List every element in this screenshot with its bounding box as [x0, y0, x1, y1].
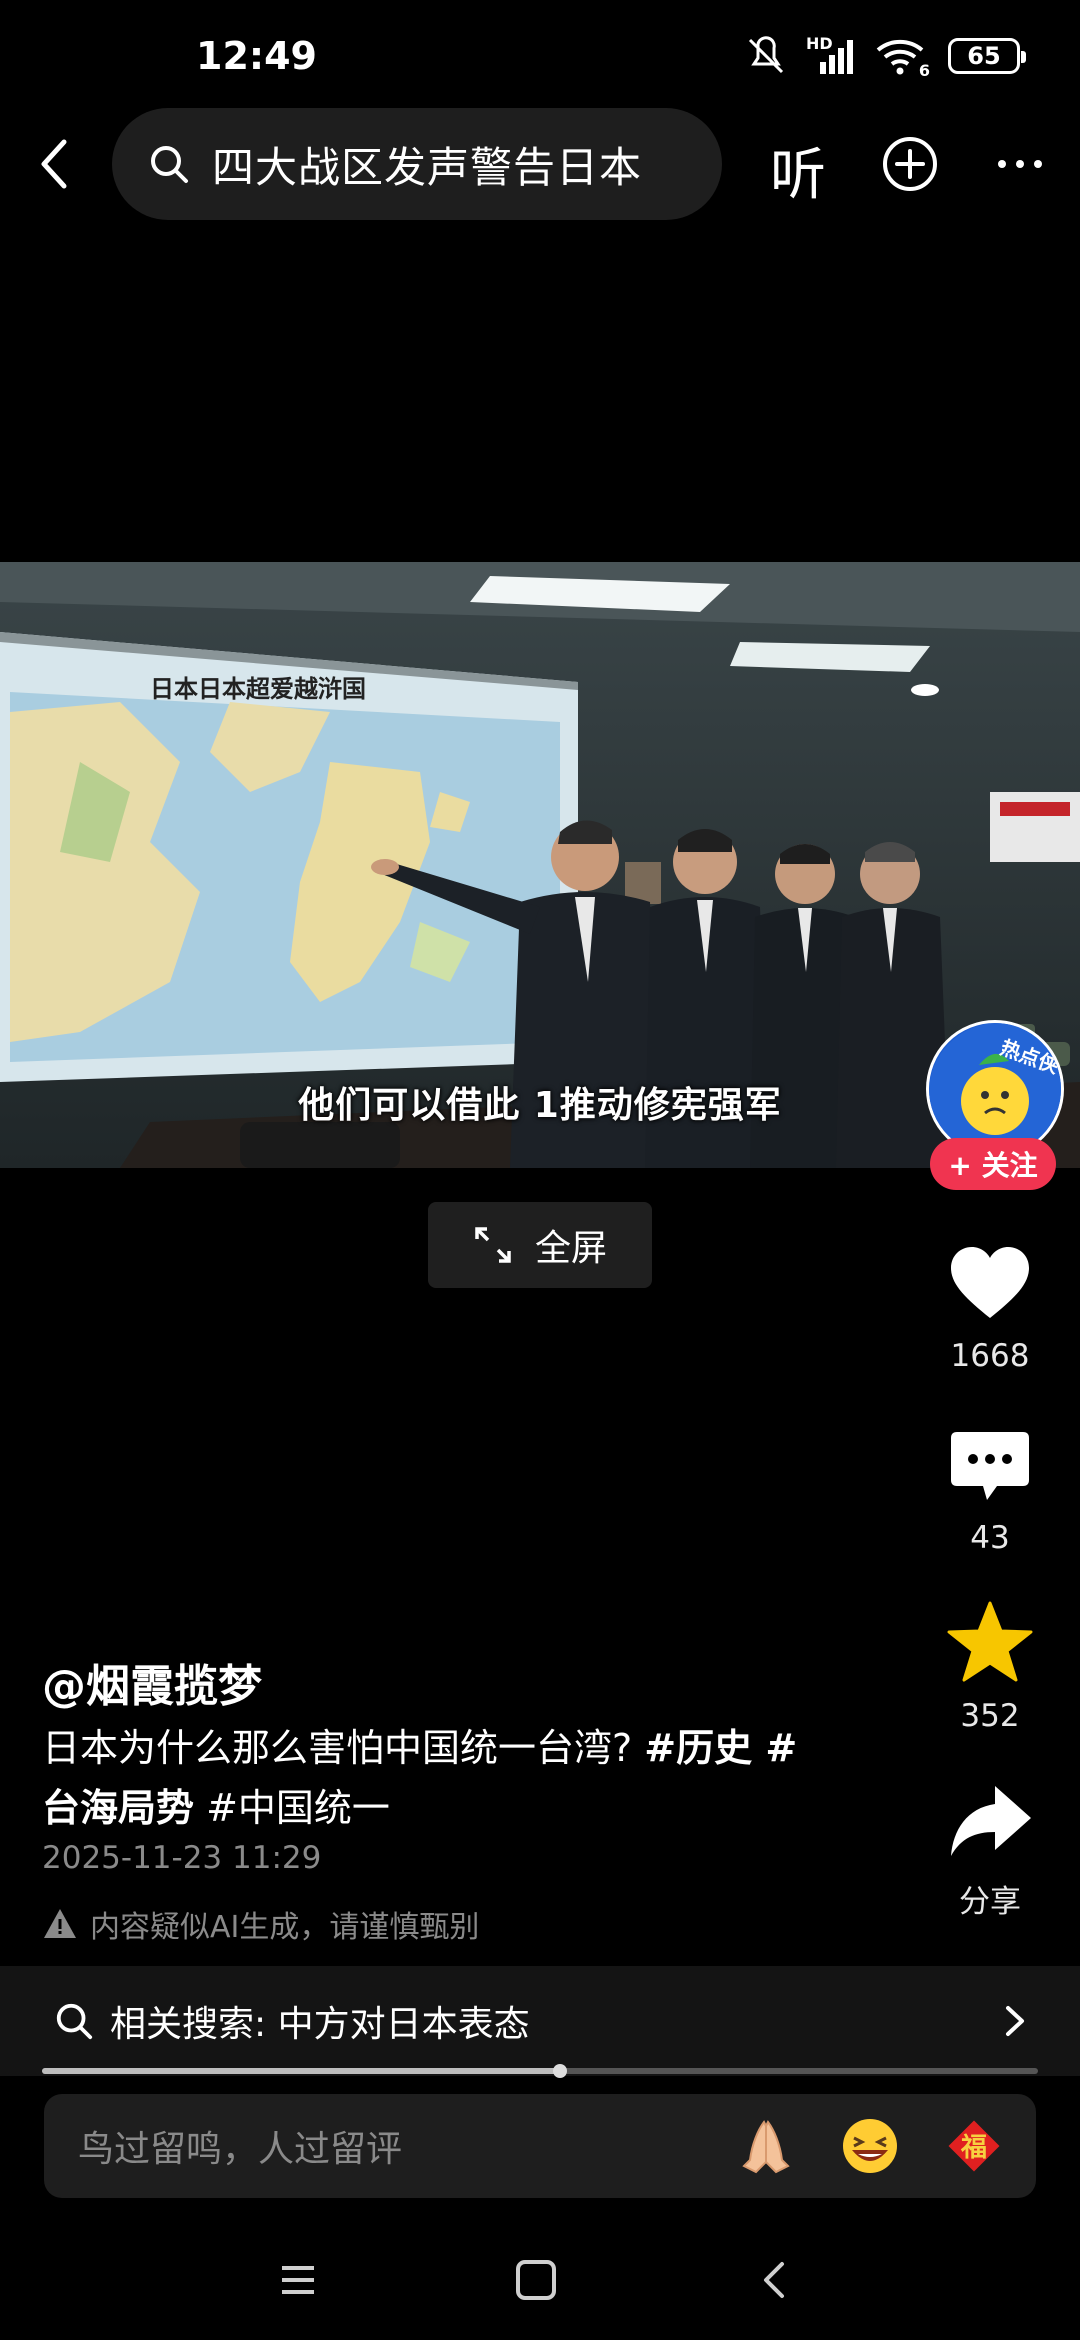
share-button[interactable]: 分享: [930, 1776, 1050, 1921]
signal-icon: HD: [806, 34, 856, 76]
pray-emoji[interactable]: [736, 2116, 796, 2176]
search-input[interactable]: 四大战区发声警告日本: [112, 108, 722, 220]
star-icon: [947, 1601, 1033, 1682]
like-button[interactable]: 1668: [930, 1238, 1050, 1374]
listen-button[interactable]: 听: [770, 130, 826, 211]
desc-text: 日本为什么那么害怕中国统一台湾?: [42, 1726, 645, 1770]
comment-count: 43: [970, 1520, 1010, 1556]
menu-icon[interactable]: [270, 2252, 326, 2308]
status-icons: HD 6 65: [744, 34, 1026, 80]
hashtag-history[interactable]: #历史 #: [644, 1726, 797, 1770]
wifi-icon: 6: [874, 36, 930, 80]
heart-icon: [951, 1247, 1029, 1318]
ai-notice: 内容疑似AI生成，请谨慎甄别: [42, 1902, 479, 1946]
post-date: 2025-11-23 11:29: [42, 1840, 322, 1876]
related-search-text: 相关搜索: 中方对日本表态: [110, 2004, 530, 2045]
top-bar: 四大战区发声警告日本 听: [0, 108, 1080, 220]
comment-button[interactable]: 43: [930, 1420, 1050, 1556]
search-icon: [56, 2003, 93, 2040]
progress-fill: [42, 2068, 560, 2074]
map-title: 日本日本超爱越浒国: [150, 675, 366, 703]
battery-icon: 65: [948, 38, 1026, 74]
comment-input[interactable]: 鸟过留鸣，人过留评 福: [44, 2094, 1036, 2198]
related-search-bar[interactable]: 相关搜索: 中方对日本表态: [0, 1966, 1080, 2076]
wifi-label: 6: [918, 61, 930, 80]
fu-char: 福: [960, 2133, 987, 2163]
chevron-right-icon: [1006, 2006, 1024, 2036]
hashtag-taiwan-strait[interactable]: 台海局势: [42, 1786, 194, 1830]
warning-icon: [44, 1909, 76, 1938]
plus-circle-icon[interactable]: [880, 134, 940, 194]
search-icon: [151, 146, 188, 183]
status-time: 12:49: [196, 34, 317, 78]
mute-icon: [748, 36, 784, 74]
follow-button[interactable]: + 关注: [930, 1138, 1056, 1190]
favorite-button[interactable]: 352: [930, 1598, 1050, 1734]
comment-placeholder: 鸟过留鸣，人过留评: [78, 2129, 403, 2170]
search-query-text: 四大战区发声警告日本: [212, 142, 643, 192]
progress-knob[interactable]: [552, 2064, 567, 2078]
like-count: 1668: [950, 1338, 1030, 1374]
share-icon: [951, 1786, 1031, 1856]
video-description: 日本为什么那么害怕中国统一台湾? #历史 # 台海局势 #中国统一: [42, 1718, 862, 1838]
fullscreen-button[interactable]: 全屏: [428, 1202, 652, 1288]
status-bar: 12:49 HD 6 65: [0, 0, 1080, 110]
home-icon[interactable]: [508, 2252, 564, 2308]
comment-icon: [951, 1432, 1029, 1500]
fullscreen-label: 全屏: [534, 1228, 607, 1269]
battery-level: 65: [967, 42, 1001, 70]
laugh-emoji[interactable]: [840, 2116, 900, 2176]
author-name[interactable]: @烟霞揽梦: [42, 1650, 262, 1714]
video-progress-bar[interactable]: [42, 2064, 1038, 2078]
hashtag-unification[interactable]: #中国统一: [194, 1786, 390, 1830]
system-nav-bar: [0, 2230, 1080, 2340]
ai-notice-text: 内容疑似AI生成，请谨慎甄别: [90, 1910, 480, 1945]
share-label: 分享: [959, 1884, 1021, 1920]
fu-emoji[interactable]: 福: [944, 2116, 1004, 2176]
expand-icon: [475, 1227, 511, 1263]
back-nav-icon[interactable]: [746, 2252, 802, 2308]
favorite-count: 352: [960, 1698, 1020, 1734]
video-player[interactable]: 日本日本超爱越浒国 他们可以借此 1推动修宪强军: [0, 562, 1080, 1168]
more-icon[interactable]: [990, 134, 1050, 194]
video-subtitle: 他们可以借此 1推动修宪强军: [298, 1085, 782, 1126]
back-icon[interactable]: [26, 134, 86, 194]
